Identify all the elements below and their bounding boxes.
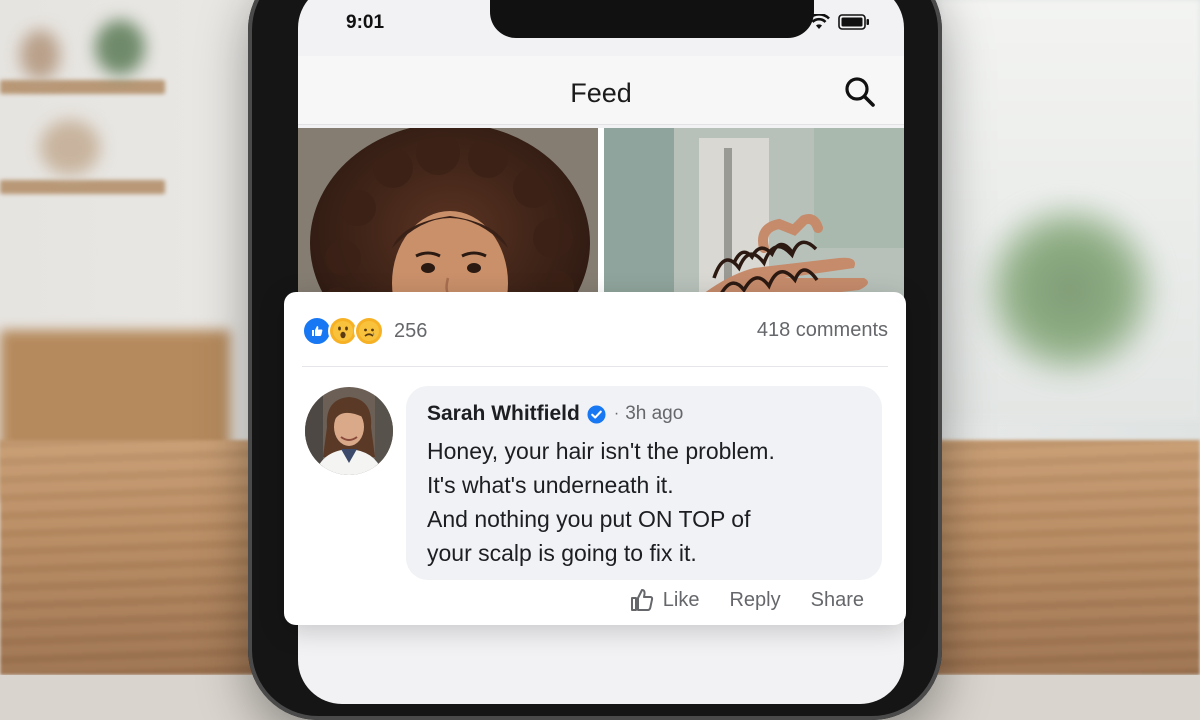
divider (302, 366, 888, 367)
verified-badge-icon (587, 404, 606, 424)
sad-icon (354, 316, 384, 346)
share-label: Share (810, 588, 864, 611)
status-icons (778, 14, 870, 30)
status-time: 9:01 (346, 12, 385, 33)
page-title: Feed (570, 78, 632, 108)
avatar-image (305, 387, 393, 475)
thumbs-up-icon (630, 589, 653, 611)
feed-header: Feed (298, 56, 904, 125)
share-button[interactable]: Share (811, 589, 864, 612)
comment-actions: Like Reply Share (629, 587, 864, 613)
reaction-count: 256 (394, 319, 428, 342)
comment-line: And nothing you put ON TOP of (427, 506, 751, 532)
avatar[interactable] (305, 387, 393, 475)
comment-line: It's what's underneath it. (427, 472, 674, 498)
reaction-summary[interactable]: 256 (302, 316, 427, 346)
background-decor (20, 30, 60, 80)
comment-card: 256 418 comments Sarah Whitfield · 3h ag… (284, 292, 906, 625)
background-shelf (0, 80, 165, 94)
wifi-icon (808, 14, 830, 29)
search-button[interactable] (842, 74, 878, 110)
author-name[interactable]: Sarah Whitfield (427, 402, 580, 426)
battery-icon (838, 14, 869, 30)
like-button[interactable]: Like (629, 587, 700, 613)
comment-time[interactable]: 3h ago (625, 403, 683, 425)
search-icon (845, 77, 875, 107)
background-shelf (0, 180, 165, 194)
reply-label: Reply (729, 588, 781, 611)
background-decor (40, 120, 100, 175)
signal-icon (778, 14, 800, 30)
comment-bubble: Sarah Whitfield · 3h ago Honey, your hai… (406, 386, 882, 580)
background-plant (970, 200, 1170, 380)
phone-notch (490, 0, 814, 38)
comment-line: your scalp is going to fix it. (427, 540, 697, 566)
comment-text: Honey, your hair isn't the problem. It's… (427, 434, 867, 570)
meta-separator: · (613, 405, 620, 422)
comment-line: Honey, your hair isn't the problem. (427, 438, 775, 464)
comment-meta: Sarah Whitfield · 3h ago (427, 402, 683, 426)
background-decor (95, 20, 145, 75)
like-label: Like (662, 588, 700, 611)
reply-button[interactable]: Reply (729, 589, 780, 612)
comments-count-link[interactable]: 418 comments (757, 319, 888, 342)
